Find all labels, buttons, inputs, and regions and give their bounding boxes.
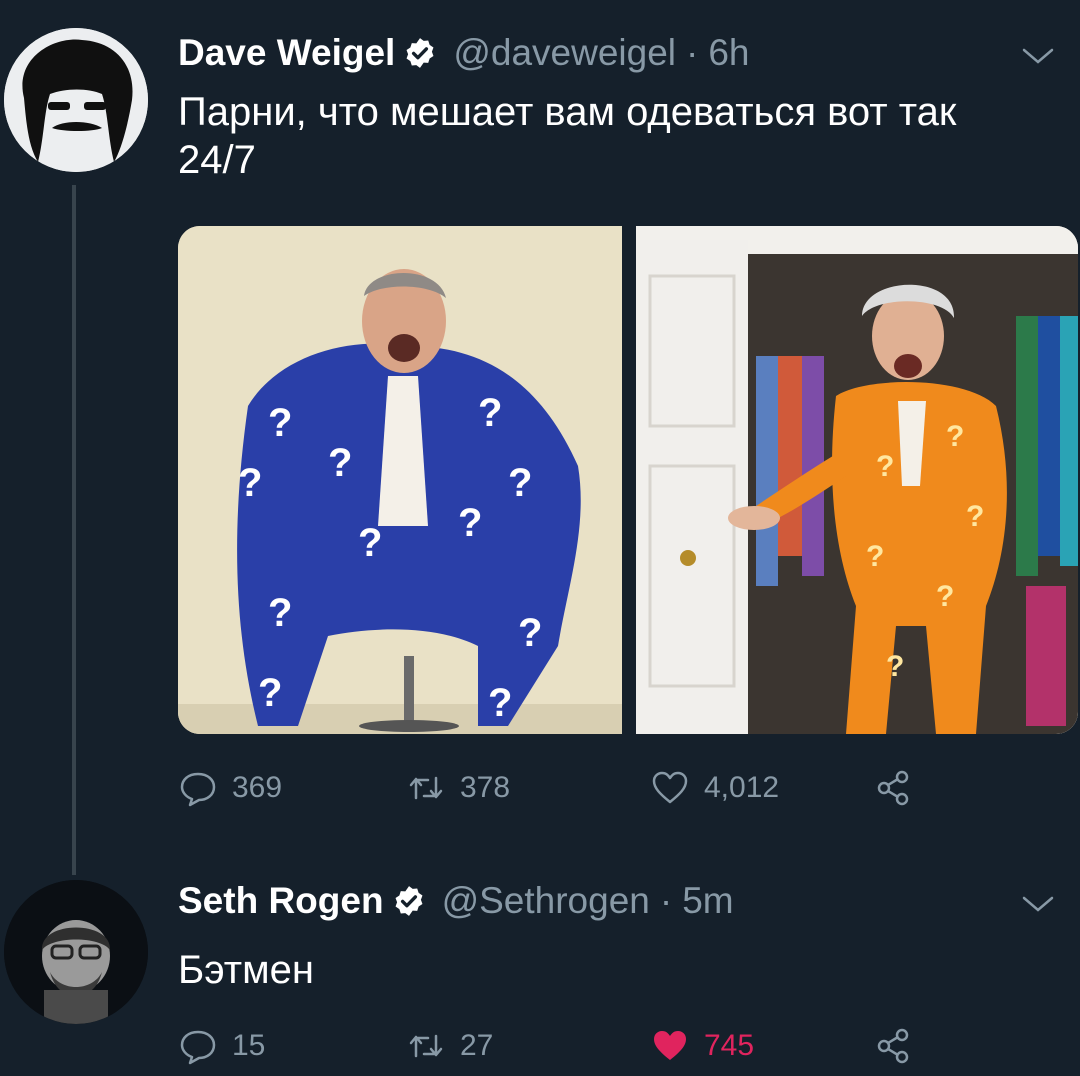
tweet-text: Бэтмен xyxy=(178,948,314,992)
like-button[interactable]: 4,012 xyxy=(650,768,779,808)
tweet-actions: 15 27 745 xyxy=(178,1026,938,1076)
retweet-icon xyxy=(409,1034,443,1058)
orange-suit-illustration: ??? ??? xyxy=(636,226,1078,734)
avatar[interactable] xyxy=(4,28,148,172)
reply-count: 15 xyxy=(232,1029,266,1062)
svg-text:?: ? xyxy=(458,501,482,545)
avatar[interactable] xyxy=(4,880,148,1024)
like-count: 4,012 xyxy=(704,771,780,804)
reply-icon xyxy=(180,1030,216,1065)
retweet-icon xyxy=(409,776,443,800)
retweet-count: 27 xyxy=(460,1029,494,1062)
svg-text:?: ? xyxy=(268,401,292,445)
svg-text:?: ? xyxy=(876,450,894,483)
verified-badge-icon xyxy=(406,38,434,68)
svg-text:?: ? xyxy=(268,591,292,635)
time-separator: · xyxy=(686,32,699,73)
share-button[interactable] xyxy=(874,1026,914,1066)
tweet-actions: 369 378 4,012 xyxy=(178,768,938,818)
reply-count: 369 xyxy=(232,771,283,804)
like-count: 745 xyxy=(704,1029,755,1062)
author-name[interactable]: Dave Weigel xyxy=(178,32,395,74)
svg-text:?: ? xyxy=(478,391,502,435)
heart-filled-icon xyxy=(654,1031,686,1060)
svg-text:?: ? xyxy=(328,441,352,485)
chevron-down-icon[interactable] xyxy=(1020,44,1056,68)
tweet-header: Dave Weigel @daveweigel · 6h xyxy=(178,32,749,74)
share-button[interactable] xyxy=(874,768,914,808)
svg-text:?: ? xyxy=(258,671,282,715)
retweet-count: 378 xyxy=(460,771,511,804)
avatar-illustration xyxy=(4,28,148,172)
retweet-button[interactable]: 378 xyxy=(406,768,510,808)
tweet-media[interactable]: ??? ??? ??? ?? ? ? ? ? ? ? xyxy=(178,226,1078,734)
thread-line xyxy=(72,185,76,875)
like-button[interactable]: 745 xyxy=(650,1026,754,1066)
svg-text:?: ? xyxy=(508,461,532,505)
tweet-time[interactable]: 5m xyxy=(682,880,733,922)
reply-button[interactable]: 369 xyxy=(178,768,282,808)
verified-badge-icon xyxy=(395,886,423,916)
svg-text:?: ? xyxy=(238,461,262,505)
share-icon xyxy=(877,770,909,806)
photo-orange-suit[interactable]: ??? ??? xyxy=(636,226,1078,734)
tweet-time[interactable]: 6h xyxy=(708,32,749,74)
svg-text:?: ? xyxy=(358,521,382,565)
share-icon xyxy=(877,1028,909,1064)
chevron-down-icon[interactable] xyxy=(1020,892,1056,916)
reply-button[interactable]: 15 xyxy=(178,1026,265,1066)
heart-icon xyxy=(652,771,688,804)
tweet-text: Парни, что мешает вам одеваться вот так … xyxy=(178,90,957,182)
svg-text:?: ? xyxy=(886,650,904,683)
blue-suit-illustration: ??? ??? ??? ?? xyxy=(178,226,622,734)
reply-icon xyxy=(180,772,216,807)
author-handle[interactable]: @daveweigel xyxy=(453,32,676,74)
svg-text:?: ? xyxy=(866,540,884,573)
author-handle[interactable]: @Sethrogen xyxy=(442,880,650,922)
avatar-photo xyxy=(4,880,148,1024)
time-separator: · xyxy=(659,880,673,921)
svg-text:?: ? xyxy=(946,420,964,453)
svg-text:?: ? xyxy=(966,500,984,533)
svg-text:?: ? xyxy=(936,580,954,613)
svg-text:?: ? xyxy=(518,611,542,655)
svg-text:?: ? xyxy=(488,681,512,725)
author-name[interactable]: Seth Rogen xyxy=(178,880,384,922)
retweet-button[interactable]: 27 xyxy=(406,1026,493,1066)
tweet-header: Seth Rogen @Sethrogen · 5m xyxy=(178,880,734,922)
photo-blue-suit[interactable]: ??? ??? ??? ?? xyxy=(178,226,622,734)
